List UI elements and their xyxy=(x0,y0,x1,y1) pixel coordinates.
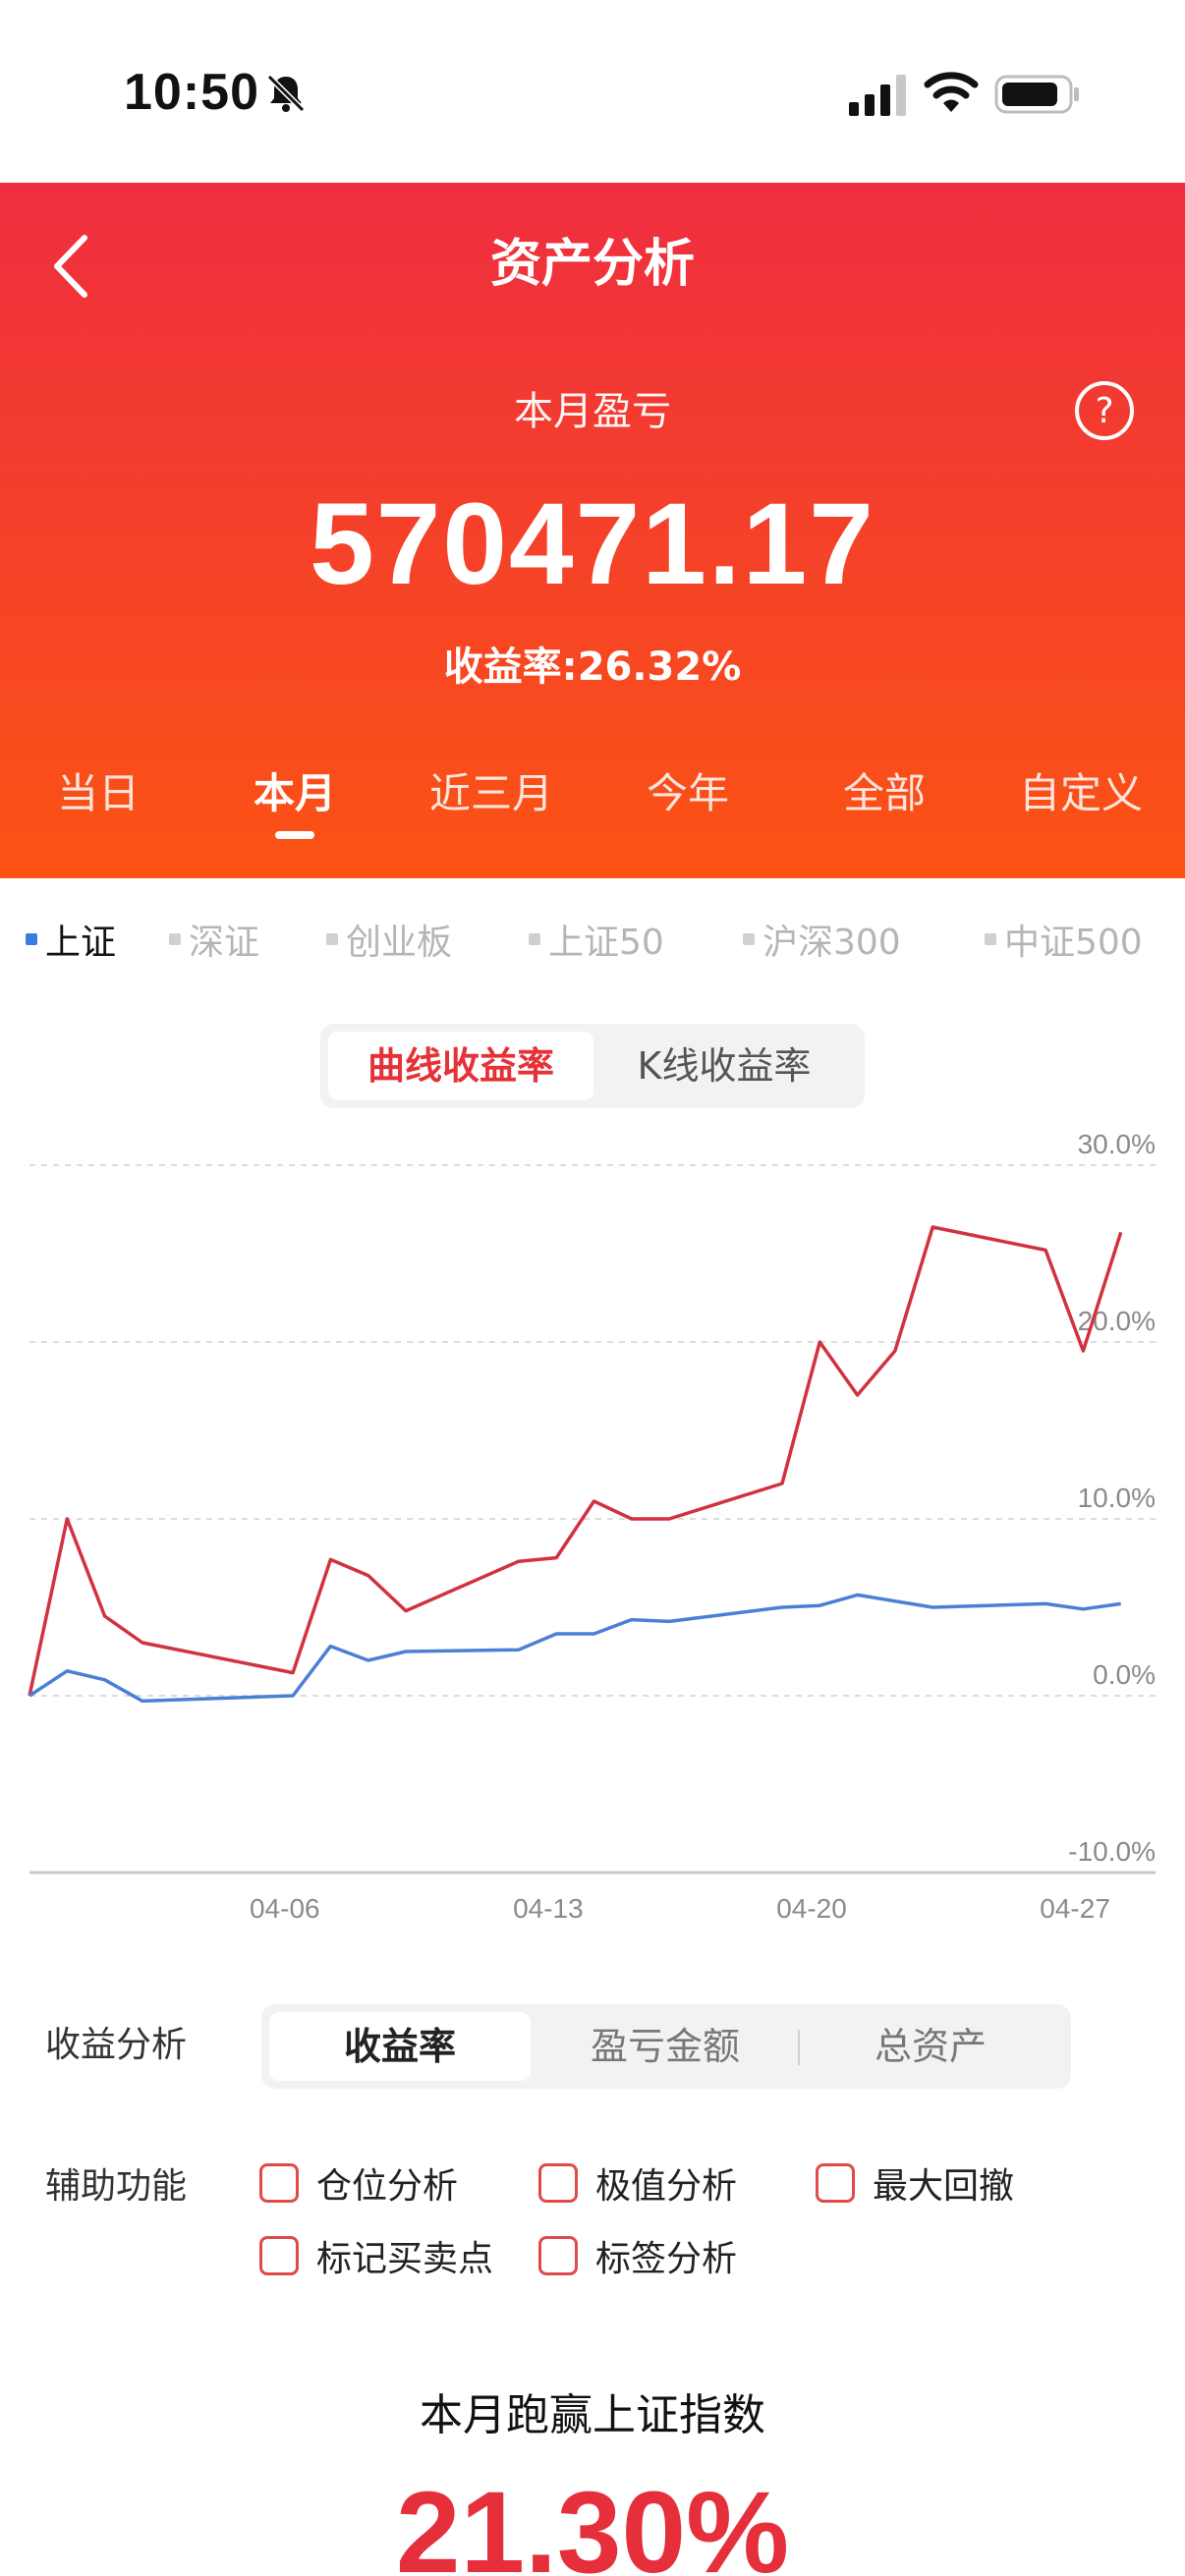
index-label: 深证 xyxy=(189,923,260,963)
y-tick-label: -10.0% xyxy=(1068,1836,1156,1867)
checkbox[interactable] xyxy=(538,2163,578,2203)
index-chinext[interactable]: 创业板 xyxy=(326,914,452,965)
bell-muted-icon xyxy=(266,74,306,113)
page-title: 资产分析 xyxy=(489,235,695,294)
checkbox-label: 极值分析 xyxy=(595,2166,738,2207)
checkbox[interactable] xyxy=(259,2236,299,2275)
x-tick-label: 04-27 xyxy=(1040,1893,1110,1924)
index-sse50[interactable]: 上证50 xyxy=(529,914,664,965)
legend-dot xyxy=(529,933,540,945)
month-pnl-label: 本月盈亏 xyxy=(514,389,671,434)
checkbox-label: 仓位分析 xyxy=(316,2166,459,2207)
tab-this-year[interactable]: 今年 xyxy=(590,760,786,820)
legend-dot xyxy=(169,933,181,945)
checkbox-label: 最大回撤 xyxy=(873,2166,1015,2207)
active-tab-indicator xyxy=(275,831,314,839)
index-label: 沪深300 xyxy=(762,923,901,963)
index-selector: 上证 深证 创业板 上证50 沪深300 中证500 xyxy=(0,914,1185,973)
wifi-icon xyxy=(924,72,979,112)
index-shenzhen[interactable]: 深证 xyxy=(169,914,259,965)
x-tick-label: 04-13 xyxy=(513,1893,584,1924)
segment-pnl-amount[interactable]: 盈亏金额 xyxy=(535,2012,796,2081)
checkbox-tag-analysis[interactable]: 标签分析 xyxy=(538,2230,737,2281)
checkbox[interactable] xyxy=(816,2163,855,2203)
status-time: 10:50 xyxy=(124,64,259,121)
chart-mode-toggle: 曲线收益率 K线收益率 xyxy=(320,1024,865,1108)
yield-chart: 30.0%20.0%10.0%0.0%-10.0%04-06 04-13 04-20… xyxy=(28,1129,1156,1924)
checkbox-buy-sell-points[interactable]: 标记买卖点 xyxy=(259,2230,493,2281)
svg-text:?: ? xyxy=(1095,391,1113,431)
yield-value: 26.32% xyxy=(577,644,742,690)
checkbox-extreme-analysis[interactable]: 极值分析 xyxy=(538,2157,737,2209)
analysis-segment: 收益率 盈亏金额 总资产 xyxy=(261,2004,1071,2089)
help-icon[interactable]: ? xyxy=(1073,379,1136,442)
summary-header: 资产分析 本月盈亏 ? 570471.17 收益率:26.32% 当日 本月 近… xyxy=(0,183,1185,878)
beat-index-label: 本月跑赢上证指数 xyxy=(420,2390,765,2440)
legend-dot xyxy=(26,933,37,945)
index-label: 上证50 xyxy=(548,923,664,963)
segment-yield[interactable]: 收益率 xyxy=(269,2012,531,2081)
tab-all[interactable]: 全部 xyxy=(786,760,983,820)
index-csi300[interactable]: 沪深300 xyxy=(743,914,901,965)
checkbox-max-drawdown[interactable]: 最大回撤 xyxy=(816,2157,1014,2209)
beat-index-value: 21.30% xyxy=(395,2468,790,2576)
y-tick-label: 10.0% xyxy=(1078,1483,1156,1513)
index-csi500[interactable]: 中证500 xyxy=(985,914,1143,965)
kline-yield-button[interactable]: K线收益率 xyxy=(592,1032,857,1100)
checkbox-label: 标签分析 xyxy=(595,2239,738,2279)
segment-total-assets[interactable]: 总资产 xyxy=(800,2012,1061,2081)
legend-dot xyxy=(743,933,755,945)
curve-yield-button[interactable]: 曲线收益率 xyxy=(328,1032,593,1100)
x-tick-label: 04-20 xyxy=(776,1893,847,1924)
checkbox-label: 标记买卖点 xyxy=(316,2239,494,2279)
index-label: 上证 xyxy=(45,923,117,963)
status-bar: 10:50 xyxy=(0,0,1185,183)
index-label: 创业板 xyxy=(346,923,453,963)
legend-dot xyxy=(326,933,338,945)
tab-this-month[interactable]: 本月 xyxy=(197,760,393,820)
tab-today[interactable]: 当日 xyxy=(0,760,197,820)
yield-row: 收益率:26.32% xyxy=(0,635,1185,692)
aux-label: 辅助功能 xyxy=(45,2166,188,2207)
checkbox[interactable] xyxy=(259,2163,299,2203)
x-tick-label: 04-06 xyxy=(250,1893,320,1924)
tab-custom[interactable]: 自定义 xyxy=(983,760,1179,820)
y-tick-label: 0.0% xyxy=(1093,1659,1156,1690)
index-label: 中证500 xyxy=(1004,923,1143,963)
period-tabs: 当日 本月 近三月 今年 全部 自定义 xyxy=(0,760,1185,868)
y-tick-label: 30.0% xyxy=(1078,1129,1156,1159)
index-shanghai[interactable]: 上证 xyxy=(26,914,116,965)
analysis-label: 收益分析 xyxy=(45,2025,188,2065)
portfolio-yield-line xyxy=(28,1225,1123,1697)
battery-icon xyxy=(994,75,1079,114)
checkbox-position-analysis[interactable]: 仓位分析 xyxy=(259,2157,458,2209)
index-yield-line xyxy=(28,1593,1121,1704)
checkbox[interactable] xyxy=(538,2236,578,2275)
month-pnl-value: 570471.17 xyxy=(310,479,875,609)
cellular-signal-icon xyxy=(849,75,906,116)
tab-three-months[interactable]: 近三月 xyxy=(393,760,590,820)
legend-dot xyxy=(985,933,996,945)
yield-label: 收益率: xyxy=(443,644,578,690)
